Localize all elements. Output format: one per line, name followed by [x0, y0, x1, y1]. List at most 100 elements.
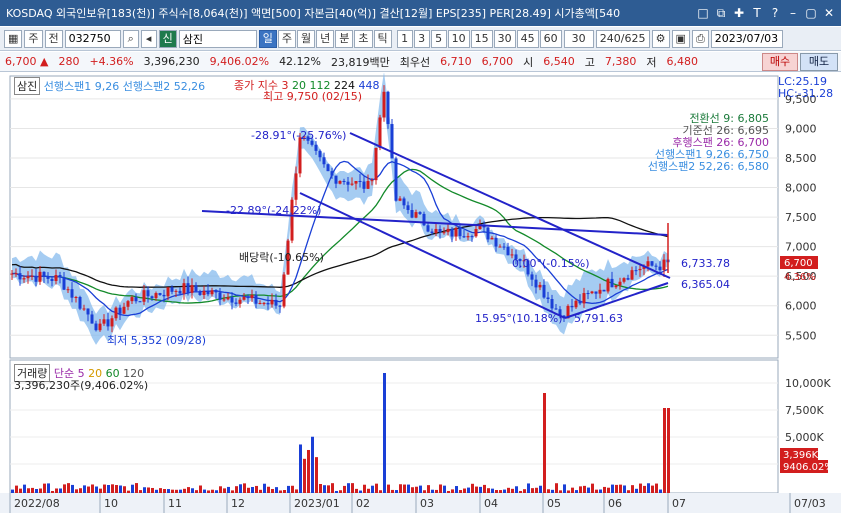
volume-bar: [275, 487, 278, 493]
candle-body: [458, 228, 462, 237]
volume-bar: [355, 488, 358, 493]
close-icon[interactable]: ✕: [821, 5, 837, 21]
interval-select[interactable]: 30: [563, 29, 594, 48]
candle-body: [54, 275, 58, 281]
maximize-icon[interactable]: ▢: [803, 5, 819, 21]
sound-icon[interactable]: ◂: [140, 29, 157, 48]
candle-body: [370, 180, 374, 182]
open-price: 6,540: [543, 55, 575, 68]
period-button-2[interactable]: 월: [297, 29, 316, 48]
candle-body: [30, 275, 34, 277]
settings-icon[interactable]: ⚙: [651, 29, 670, 48]
volume-bar: [319, 484, 322, 493]
period-button-1[interactable]: 주: [277, 29, 297, 48]
grid-icon[interactable]: ▦: [4, 29, 23, 48]
type-select[interactable]: 주: [24, 29, 43, 48]
volume-bar: [127, 490, 130, 493]
volume-bar: [139, 490, 142, 493]
volume-bar: [143, 487, 146, 493]
volume-bar: [555, 483, 558, 493]
volume-bar: [447, 490, 450, 493]
volume-bar: [567, 490, 570, 493]
volume-bar: [87, 486, 90, 493]
search-icon[interactable]: ⌕: [122, 29, 139, 48]
chart-toolbar: ▦ 주 전 ⌕ ◂ 신 일주월년분초틱 1351015304560 30 240…: [0, 27, 841, 51]
period-button-0[interactable]: 일: [258, 29, 277, 48]
candle-body: [402, 198, 406, 206]
candle-body: [66, 289, 70, 291]
y-tick-label: 6,000: [785, 300, 817, 313]
candle-body: [46, 276, 50, 279]
candle-body: [454, 228, 458, 237]
save-icon[interactable]: ▣: [671, 29, 690, 48]
candle-body: [222, 299, 226, 301]
candle-body: [194, 285, 198, 292]
volume-bar: [539, 485, 542, 493]
interval-button-5[interactable]: 5: [430, 29, 447, 48]
help-icon[interactable]: ?: [767, 5, 783, 21]
interval-button-45[interactable]: 45: [516, 29, 539, 48]
sell-button[interactable]: 매도: [800, 53, 838, 71]
date-input[interactable]: [710, 29, 783, 48]
interval-button-60[interactable]: 60: [539, 29, 562, 48]
link-icon[interactable]: ⧉: [713, 5, 729, 21]
interval-button-30[interactable]: 30: [493, 29, 516, 48]
stock-code-input[interactable]: [64, 29, 121, 48]
x-axis-label: 04: [484, 497, 498, 510]
volume-bar: [135, 483, 138, 493]
text-icon[interactable]: T: [749, 5, 765, 21]
low-annotation: 최저 5,352 (09/28): [107, 334, 206, 347]
candle-body: [466, 236, 470, 238]
minimize-icon[interactable]: –: [785, 5, 801, 21]
bid-price: 6,700: [481, 55, 514, 68]
candle-body: [234, 302, 238, 304]
legend-span1: 선행스팬1 9,26: [43, 80, 120, 93]
ask-price: 6,710: [440, 55, 472, 68]
buy-button[interactable]: 매수: [762, 53, 798, 71]
volume-bar: [27, 488, 30, 493]
candle-body: [530, 274, 534, 280]
candle-body: [298, 137, 302, 174]
stock-name-input[interactable]: [178, 29, 257, 48]
candle-body: [554, 308, 558, 310]
window-icon[interactable]: □: [695, 5, 711, 21]
period-button-5[interactable]: 초: [354, 29, 373, 48]
candle-body: [42, 271, 46, 277]
candle-body: [594, 291, 598, 294]
info-line-4: 선행스팬2 52,26: 6,580: [647, 160, 769, 173]
period-button-3[interactable]: 년: [316, 29, 335, 48]
interval-button-1[interactable]: 1: [396, 29, 413, 48]
volume-bar: [527, 483, 530, 493]
period-button-6[interactable]: 틱: [373, 29, 392, 48]
volume-bar: [251, 486, 254, 493]
volume-bar: [99, 488, 102, 493]
candle-body: [446, 228, 450, 233]
volume-bar: [607, 487, 610, 493]
candle-body: [542, 284, 546, 298]
print-icon[interactable]: ⎙: [691, 29, 709, 48]
prev-button[interactable]: 전: [44, 29, 63, 48]
candle-body: [510, 254, 514, 256]
volume-bar: [183, 488, 186, 493]
candle-body: [538, 284, 542, 288]
candle-body: [342, 180, 346, 182]
x-axis-label: 06: [608, 497, 622, 510]
volume-bar: [367, 488, 370, 493]
volume-bar: [455, 486, 458, 493]
chart-area[interactable]: 9,500 9,000 8,500 8,000 7,500 7,000 6,500 6,000…: [0, 71, 841, 513]
interval-button-10[interactable]: 10: [447, 29, 470, 48]
interval-button-15[interactable]: 15: [470, 29, 493, 48]
interval-button-3[interactable]: 3: [413, 29, 430, 48]
count-display: 240/625: [595, 29, 650, 48]
candle-body: [266, 302, 270, 305]
candle-body: [334, 175, 338, 184]
candle-body: [386, 91, 390, 125]
volume-bar: [475, 486, 478, 493]
candle-body: [634, 270, 638, 272]
pin-icon[interactable]: ✚: [731, 5, 747, 21]
period-button-4[interactable]: 분: [335, 29, 354, 48]
volume-bar: [279, 490, 282, 493]
volume-bar: [419, 485, 422, 493]
candle-body: [22, 278, 26, 280]
price-legend: 삼진 선행스팬1 9,26 선행스팬2 52,26: [14, 77, 205, 95]
